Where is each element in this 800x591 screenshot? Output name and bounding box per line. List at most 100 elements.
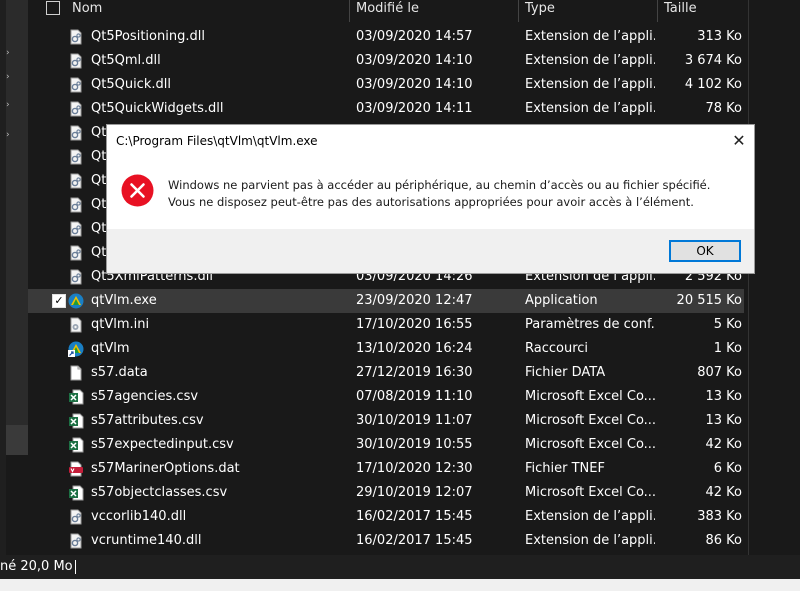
file-modified: 03/09/2020 14:10 xyxy=(356,53,473,68)
list-scrollbar[interactable] xyxy=(748,0,749,555)
chevron-right-icon[interactable]: › xyxy=(6,48,10,58)
dll-gear-icon xyxy=(68,221,84,237)
file-row[interactable]: vccorlib140.dll 16/02/2017 15:45 Extension… xyxy=(28,505,744,529)
column-header-name[interactable]: Nom xyxy=(72,0,102,22)
file-name: Qt5Qml.dll xyxy=(91,53,161,68)
file-size: 383 Ko xyxy=(697,509,742,524)
select-all-checkbox[interactable] xyxy=(46,1,60,15)
file-modified: 23/09/2020 12:47 xyxy=(356,293,473,308)
file-size: 313 Ko xyxy=(697,29,742,44)
dll-gear-icon xyxy=(68,533,84,549)
chevron-right-icon[interactable]: › xyxy=(6,130,10,140)
file-name: s57attributes.csv xyxy=(91,413,204,428)
taskbar-strip xyxy=(0,579,800,591)
column-divider[interactable] xyxy=(518,0,519,22)
status-bar: né 20,0 Mo xyxy=(0,555,800,579)
file-size: 78 Ko xyxy=(705,101,742,116)
file-size: 20 515 Ko xyxy=(676,293,742,308)
dll-gear-icon xyxy=(68,149,84,165)
qtvlm-app-icon xyxy=(68,293,84,309)
dll-gear-icon xyxy=(68,245,84,261)
file-row[interactable]: s57.data 27/12/2019 16:30 Fichier DATA 807 … xyxy=(28,361,744,385)
file-type: Extension de l’appli... xyxy=(525,101,655,116)
file-modified: 03/09/2020 14:11 xyxy=(356,101,473,116)
qtvlm-shortcut-icon xyxy=(68,341,84,357)
file-modified: 17/10/2020 16:55 xyxy=(356,317,473,332)
file-name: qtVlm.ini xyxy=(91,317,150,332)
file-name: s57MarinerOptions.dat xyxy=(91,461,240,476)
row-checkbox[interactable]: ✓ xyxy=(52,294,66,308)
dll-gear-icon xyxy=(68,125,84,141)
file-modified: 16/02/2017 15:45 xyxy=(356,509,473,524)
excel-csv-icon xyxy=(68,413,84,429)
file-modified: 30/10/2019 10:55 xyxy=(356,437,473,452)
file-row[interactable]: vcruntime140.dll 16/02/2017 15:45 Extensio… xyxy=(28,529,744,553)
file-size: 1 Ko xyxy=(713,341,742,356)
dll-gear-icon xyxy=(68,269,84,285)
dll-gear-icon xyxy=(68,197,84,213)
chevron-right-icon[interactable]: › xyxy=(6,72,10,82)
excel-csv-icon xyxy=(68,437,84,453)
file-type: Extension de l’appli... xyxy=(525,509,655,524)
file-name: s57.data xyxy=(91,365,148,380)
file-type: Fichier TNEF xyxy=(525,461,605,476)
blank-file-icon xyxy=(68,365,84,381)
file-type: Extension de l’appli... xyxy=(525,29,655,44)
column-header-size[interactable]: Taille xyxy=(664,0,697,22)
file-row[interactable]: qtVlm 13/10/2020 16:24 Raccourci 1 Ko xyxy=(28,337,744,361)
column-header-modified[interactable]: Modifié le xyxy=(356,0,419,22)
file-type: Extension de l’appli... xyxy=(525,77,655,92)
navigation-pane-strip[interactable]: › › › › xyxy=(6,0,28,425)
column-divider[interactable] xyxy=(657,0,658,22)
status-text: né 20,0 Mo xyxy=(0,559,73,574)
file-modified: 07/08/2019 11:10 xyxy=(356,389,473,404)
dll-gear-icon xyxy=(68,101,84,117)
file-size: 5 Ko xyxy=(713,317,742,332)
file-row[interactable]: qtVlm.ini 17/10/2020 16:55 Paramètres de c… xyxy=(28,313,744,337)
dialog-footer: OK xyxy=(107,229,754,273)
file-type: Fichier DATA xyxy=(525,365,606,380)
chevron-right-icon[interactable]: › xyxy=(6,100,10,110)
file-row[interactable]: Qt5Quick.dll 03/09/2020 14:10 Extension de… xyxy=(28,73,744,97)
status-divider xyxy=(75,560,76,574)
file-name: qtVlm.exe xyxy=(91,293,157,308)
file-size: 3 674 Ko xyxy=(684,53,742,68)
file-size: 42 Ko xyxy=(705,437,742,452)
file-modified: 13/10/2020 16:24 xyxy=(356,341,473,356)
file-row[interactable]: s57agencies.csv 07/08/2019 11:10 Microsoft… xyxy=(28,385,744,409)
dialog-title: C:\Program Files\qtVlm\qtVlm.exe xyxy=(116,134,318,148)
file-type: Extension de l’appli... xyxy=(525,53,655,68)
file-row[interactable]: s57expectedinput.csv 30/10/2019 10:55 Micr… xyxy=(28,433,744,457)
file-row[interactable]: s57MarinerOptions.dat 17/10/2020 12:30 Fic… xyxy=(28,457,744,481)
error-x-circle-icon xyxy=(121,174,154,207)
file-type: Microsoft Excel Co... xyxy=(525,437,655,452)
file-modified: 29/10/2019 12:07 xyxy=(356,485,473,500)
dialog-message: Windows ne parvient pas à accéder au pér… xyxy=(168,178,711,209)
column-divider[interactable] xyxy=(349,0,350,22)
file-row[interactable]: Qt5QuickWidgets.dll 03/09/2020 14:11 Exten… xyxy=(28,97,744,121)
file-type: Microsoft Excel Co... xyxy=(525,413,655,428)
file-name: Qt5Positioning.dll xyxy=(91,29,205,44)
file-row[interactable]: ✓ qtVlm.exe 23/09/2020 12:47 Application 20 … xyxy=(28,289,744,313)
file-name: Qt5QuickWidgets.dll xyxy=(91,101,224,116)
file-size: 807 Ko xyxy=(697,365,742,380)
dll-gear-icon xyxy=(68,77,84,93)
file-size: 6 Ko xyxy=(713,461,742,476)
file-row[interactable]: s57attributes.csv 30/10/2019 11:07 Microso… xyxy=(28,409,744,433)
file-size: 13 Ko xyxy=(705,389,742,404)
dll-gear-icon xyxy=(68,53,84,69)
column-header-type[interactable]: Type xyxy=(525,0,555,22)
file-type: Raccourci xyxy=(525,341,589,356)
file-row[interactable]: Qt5Positioning.dll 03/09/2020 14:57 Extens… xyxy=(28,25,744,49)
navigation-pane-selected[interactable] xyxy=(6,425,28,455)
file-row[interactable]: Qt5Qml.dll 03/09/2020 14:10 Extension de l… xyxy=(28,49,744,73)
file-name: vcruntime140.dll xyxy=(91,533,202,548)
file-type: Application xyxy=(525,293,598,308)
file-size: 86 Ko xyxy=(705,533,742,548)
file-modified: 16/02/2017 15:45 xyxy=(356,533,473,548)
ok-button[interactable]: OK xyxy=(669,240,741,262)
close-icon[interactable]: ✕ xyxy=(729,131,749,151)
file-row[interactable]: s57objectclasses.csv 29/10/2019 12:07 Micr… xyxy=(28,481,744,505)
file-name: s57objectclasses.csv xyxy=(91,485,228,500)
excel-csv-icon xyxy=(68,389,84,405)
